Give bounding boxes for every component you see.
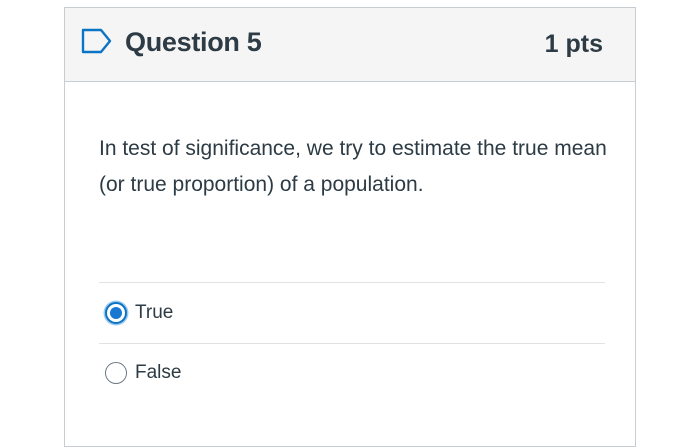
question-points: 1 pts <box>544 30 603 58</box>
question-title: Question 5 <box>125 27 262 57</box>
answer-label: False <box>135 362 182 383</box>
question-header: Question 5 1 pts <box>65 8 635 82</box>
answer-label: True <box>135 302 174 323</box>
question-text: In test of significance, we try to estim… <box>99 137 607 196</box>
bookmark-flag-icon[interactable] <box>81 28 113 54</box>
radio-button[interactable] <box>105 362 127 384</box>
question-card: Question 5 1 pts In test of significance… <box>64 7 636 447</box>
radio-button[interactable] <box>105 302 127 324</box>
answer-option-false[interactable]: False <box>105 358 181 388</box>
divider <box>99 343 605 344</box>
answer-option-true[interactable]: True <box>105 298 173 328</box>
divider <box>99 282 605 283</box>
